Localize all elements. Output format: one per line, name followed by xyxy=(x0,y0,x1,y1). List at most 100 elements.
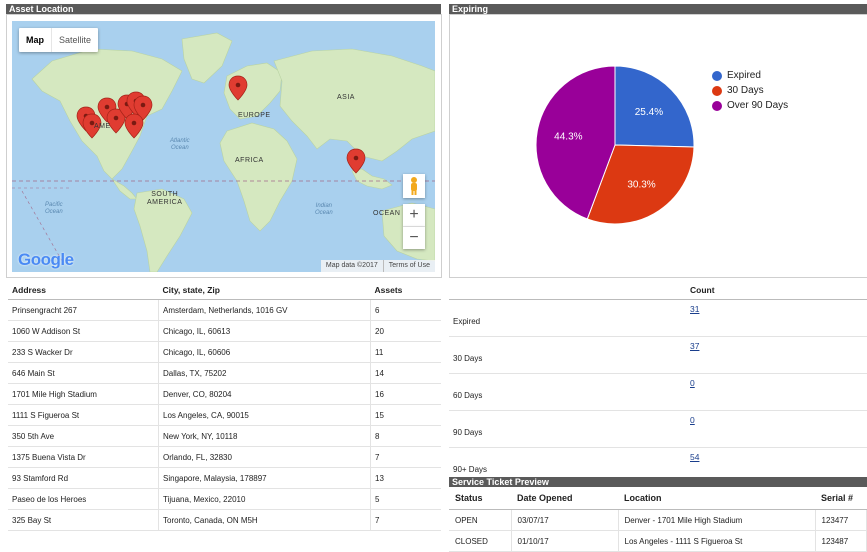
city-cell: Denver, CO, 80204 xyxy=(158,383,371,405)
city-cell: Los Angeles, CA, 90015 xyxy=(158,404,371,426)
map-label-north-america: AME xyxy=(94,123,111,130)
assets-cell: 16 xyxy=(370,383,441,405)
legend-label: Over 90 Days xyxy=(727,100,789,111)
address-cell: 646 Main St xyxy=(8,362,159,384)
pie-slice-label: 25.4% xyxy=(635,107,663,118)
service-ticket-table: Status Date Opened Location Serial # OPE… xyxy=(449,487,867,552)
asset-table-header: Address City, state, Zip Assets xyxy=(8,281,441,300)
column-header-assets[interactable]: Assets xyxy=(370,281,441,300)
count-cell: 0 xyxy=(686,410,867,448)
city-cell: Toronto, Canada, ON M5H xyxy=(158,509,371,531)
table-row: 325 Bay St Toronto, Canada, ON M5H 7 xyxy=(8,509,441,531)
count-link[interactable]: 54 xyxy=(690,452,699,462)
legend-swatch xyxy=(712,100,722,111)
count-cell: 31 xyxy=(686,299,867,337)
address-cell: 325 Bay St xyxy=(8,509,159,531)
asset-location-title: Asset Location xyxy=(6,4,441,14)
table-row: 1375 Buena Vista Dr Orlando, FL, 32830 7 xyxy=(8,446,441,468)
city-cell: Singapore, Malaysia, 178897 xyxy=(158,467,371,489)
service-ticket-title: Service Ticket Preview xyxy=(449,477,867,487)
column-header-location[interactable]: Location xyxy=(618,487,815,510)
city-cell: Tijuana, Mexico, 22010 xyxy=(158,488,371,510)
city-cell: Amsterdam, Netherlands, 1016 GV xyxy=(158,299,371,321)
legend-item[interactable]: Over 90 Days xyxy=(712,98,788,113)
expiring-table-header: Count xyxy=(449,281,867,300)
map-label-indian: Indian Ocean xyxy=(315,203,333,216)
count-link[interactable]: 31 xyxy=(690,304,699,314)
assets-cell: 8 xyxy=(370,425,441,447)
period-label: 60 Days xyxy=(449,373,686,411)
period-label: 30 Days xyxy=(449,336,686,374)
column-header-address[interactable]: Address xyxy=(8,281,159,300)
city-cell: Chicago, IL, 60613 xyxy=(158,320,371,342)
map-data-label: Map data ©2017 xyxy=(325,262,378,269)
terms-of-use-link[interactable]: Terms of Use xyxy=(382,260,435,272)
service-table-header: Status Date Opened Location Serial # xyxy=(449,487,867,510)
address-cell: Paseo de los Heroes xyxy=(8,488,159,510)
address-cell: 1111 S Figueroa St xyxy=(8,404,159,426)
legend-item[interactable]: 30 Days xyxy=(712,83,788,98)
count-link[interactable]: 37 xyxy=(690,341,699,351)
table-row: Expired 31 xyxy=(449,299,867,337)
serial-cell: 123487 xyxy=(815,530,867,552)
column-header-date-opened[interactable]: Date Opened xyxy=(511,487,618,510)
assets-cell: 20 xyxy=(370,320,441,342)
date-opened-cell: 01/10/17 xyxy=(511,530,619,552)
map-type-control: Map Satellite xyxy=(19,28,99,52)
zoom-in-button[interactable]: + xyxy=(403,204,425,227)
table-row: Paseo de los Heroes Tijuana, Mexico, 2201… xyxy=(8,488,441,510)
address-cell: 1701 Mile High Stadium xyxy=(8,383,159,405)
address-cell: 1375 Buena Vista Dr xyxy=(8,446,159,468)
expiring-title: Expiring xyxy=(449,4,867,14)
assets-cell: 5 xyxy=(370,488,441,510)
period-label: Expired xyxy=(449,299,686,337)
assets-cell: 7 xyxy=(370,509,441,531)
column-header-status[interactable]: Status xyxy=(449,487,511,510)
expiring-count-table: Count Expired 31 30 Days 37 60 Days 0 90 Days 0… xyxy=(449,281,867,485)
map-label-africa: AFRICA xyxy=(235,157,264,164)
asset-map[interactable]: AME EUROPE ASIA AFRICA SOUTH AMERICA Atl… xyxy=(12,21,435,272)
map-label-south-america: SOUTH AMERICA xyxy=(147,191,183,206)
assets-cell: 7 xyxy=(370,446,441,468)
count-link[interactable]: 0 xyxy=(690,415,695,425)
table-row[interactable]: CLOSED 01/10/17 Los Angeles - 1111 S Figue… xyxy=(449,530,867,552)
table-row: 93 Stamford Rd Singapore, Malaysia, 17889… xyxy=(8,467,441,489)
expiring-pie-chart: 25.4% 30.3% 44.3% xyxy=(535,65,695,225)
table-row: 1111 S Figueroa St Los Angeles, CA, 90015… xyxy=(8,404,441,426)
map-label-europe: EUROPE xyxy=(238,112,271,119)
legend-item[interactable]: Expired xyxy=(712,68,788,83)
map-type-map-button[interactable]: Map xyxy=(19,28,51,52)
address-cell: Prinsengracht 267 xyxy=(8,299,159,321)
count-cell: 37 xyxy=(686,336,867,374)
legend-swatch xyxy=(712,70,722,81)
table-row: 90 Days 0 xyxy=(449,410,867,448)
date-opened-cell: 03/07/17 xyxy=(511,509,619,531)
google-logo: Google xyxy=(18,250,74,269)
pie-legend: Expired 30 Days Over 90 Days xyxy=(712,68,788,113)
column-header-count[interactable]: Count xyxy=(686,281,867,300)
address-cell: 1060 W Addison St xyxy=(8,320,159,342)
legend-label: 30 Days xyxy=(727,85,764,96)
table-row: 233 S Wacker Dr Chicago, IL, 60606 11 xyxy=(8,341,441,363)
map-label-pacific: Pacific Ocean xyxy=(45,202,63,215)
table-row: 350 5th Ave New York, NY, 10118 8 xyxy=(8,425,441,447)
count-link[interactable]: 0 xyxy=(690,378,695,388)
city-cell: Orlando, FL, 32830 xyxy=(158,446,371,468)
zoom-out-button[interactable]: − xyxy=(403,227,425,249)
world-map-graphic xyxy=(12,32,435,272)
serial-cell: 123477 xyxy=(815,509,867,531)
column-header-serial[interactable]: Serial # xyxy=(815,487,867,510)
status-cell: CLOSED xyxy=(449,530,512,552)
assets-cell: 15 xyxy=(370,404,441,426)
address-cell: 233 S Wacker Dr xyxy=(8,341,159,363)
table-row[interactable]: OPEN 03/07/17 Denver - 1701 Mile High Stad… xyxy=(449,509,867,531)
map-type-satellite-button[interactable]: Satellite xyxy=(51,28,98,52)
status-cell: OPEN xyxy=(449,509,512,531)
street-view-pegman-icon[interactable] xyxy=(403,174,425,198)
map-label-asia: ASIA xyxy=(337,94,355,101)
city-cell: Chicago, IL, 60606 xyxy=(158,341,371,363)
column-header-city[interactable]: City, state, Zip xyxy=(158,281,371,300)
pie-slice-label: 44.3% xyxy=(554,132,582,143)
assets-cell: 13 xyxy=(370,467,441,489)
map-label-oceania: OCEAN xyxy=(373,210,401,217)
